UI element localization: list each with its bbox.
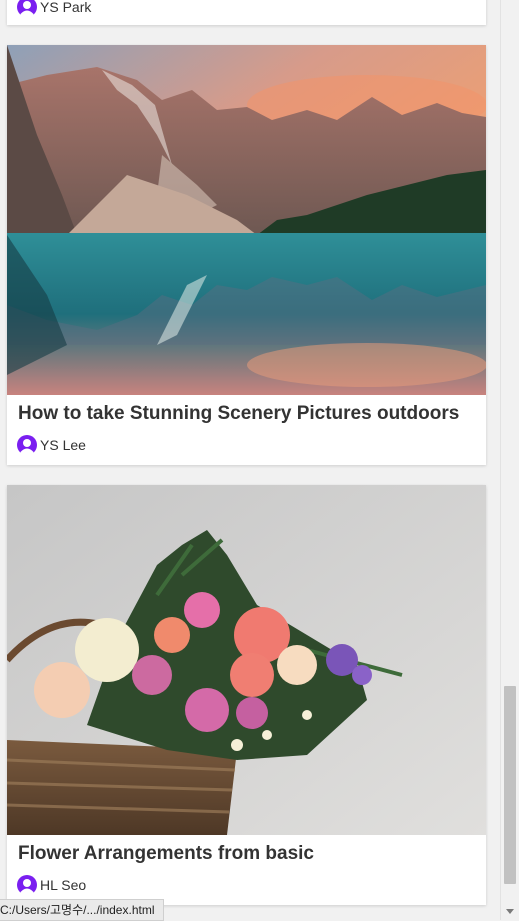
user-avatar-icon (17, 0, 37, 17)
user-avatar-icon (17, 435, 37, 455)
post-author: YS Park (17, 0, 91, 17)
scrollbar-thumb[interactable] (504, 686, 516, 884)
post-title[interactable]: How to take Stunning Scenery Pictures ou… (18, 403, 459, 425)
post-card[interactable]: How to take Stunning Scenery Pictures ou… (7, 45, 486, 465)
link-status-bar: C:/Users/고명수/.../index.html (0, 899, 164, 921)
author-name: YS Lee (40, 437, 86, 453)
post-image-mountain-lake[interactable] (7, 45, 486, 395)
post-feed: YS Park How to take Stunning Scenery Pic… (0, 0, 501, 920)
author-name: HL Seo (40, 877, 87, 893)
post-author: HL Seo (17, 875, 86, 895)
post-card[interactable]: YS Park (7, 0, 486, 25)
vertical-scrollbar[interactable] (500, 0, 519, 920)
post-image-flower-basket[interactable] (7, 485, 486, 835)
scroll-down-arrow-icon[interactable] (506, 909, 514, 914)
post-card[interactable]: Flower Arrangements from basic HL Seo (7, 485, 486, 905)
post-author: YS Lee (17, 435, 86, 455)
author-name: YS Park (40, 0, 92, 15)
post-title[interactable]: Flower Arrangements from basic (18, 843, 314, 865)
user-avatar-icon (17, 875, 37, 895)
